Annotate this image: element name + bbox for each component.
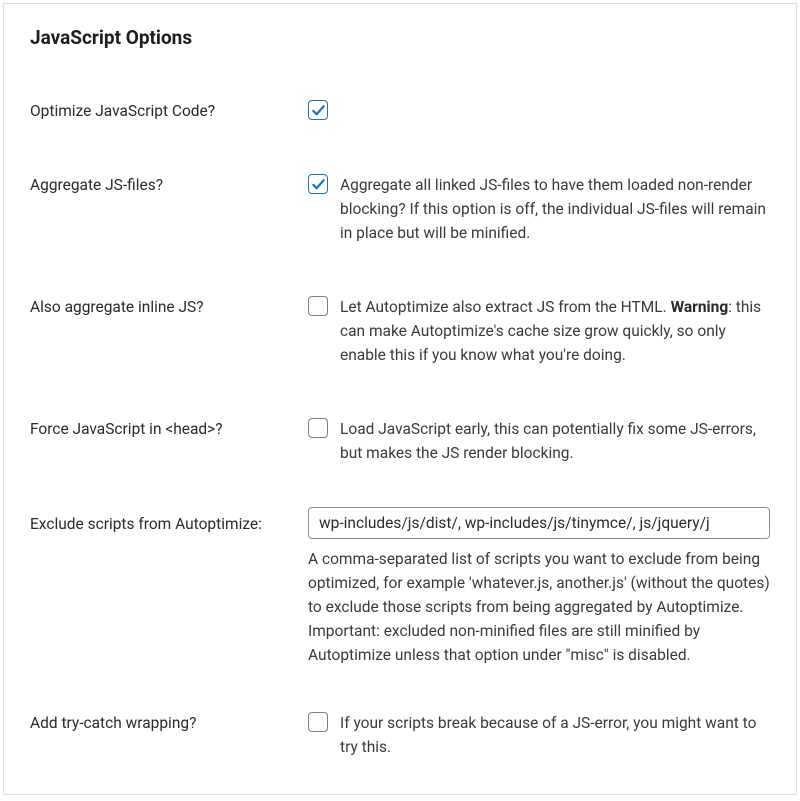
aggregate-js-checkbox[interactable]: [308, 174, 328, 194]
optimize-js-label: Optimize JavaScript Code?: [30, 99, 308, 123]
option-row-aggregate-inline: Also aggregate inline JS? Let Autoptimiz…: [30, 295, 770, 367]
exclude-label: Exclude scripts from Autoptimize:: [30, 507, 308, 536]
option-row-optimize-js: Optimize JavaScript Code?: [30, 99, 770, 123]
trycatch-label: Add try-catch wrapping?: [30, 711, 308, 735]
aggregate-inline-label: Also aggregate inline JS?: [30, 295, 308, 319]
optimize-js-checkbox[interactable]: [308, 100, 328, 120]
check-icon: [311, 103, 326, 118]
option-row-aggregate-js: Aggregate JS-files? Aggregate all linked…: [30, 173, 770, 245]
section-title: JavaScript Options: [30, 26, 770, 49]
exclude-input[interactable]: [308, 507, 770, 539]
force-head-checkbox[interactable]: [308, 418, 328, 438]
trycatch-checkbox[interactable]: [308, 712, 328, 732]
aggregate-inline-checkbox[interactable]: [308, 296, 328, 316]
option-row-force-head: Force JavaScript in <head>? Load JavaScr…: [30, 417, 770, 465]
check-icon: [311, 177, 326, 192]
aggregate-js-desc: Aggregate all linked JS-files to have th…: [340, 173, 770, 245]
force-head-desc: Load JavaScript early, this can potentia…: [340, 417, 770, 465]
aggregate-inline-desc: Let Autoptimize also extract JS from the…: [340, 295, 770, 367]
option-row-exclude: Exclude scripts from Autoptimize: A comm…: [30, 507, 770, 667]
force-head-label: Force JavaScript in <head>?: [30, 417, 308, 441]
aggregate-js-label: Aggregate JS-files?: [30, 173, 308, 197]
exclude-desc: A comma-separated list of scripts you wa…: [308, 547, 770, 667]
js-options-panel: JavaScript Options Optimize JavaScript C…: [3, 3, 797, 795]
trycatch-desc: If your scripts break because of a JS-er…: [340, 711, 770, 759]
option-row-trycatch: Add try-catch wrapping? If your scripts …: [30, 711, 770, 759]
